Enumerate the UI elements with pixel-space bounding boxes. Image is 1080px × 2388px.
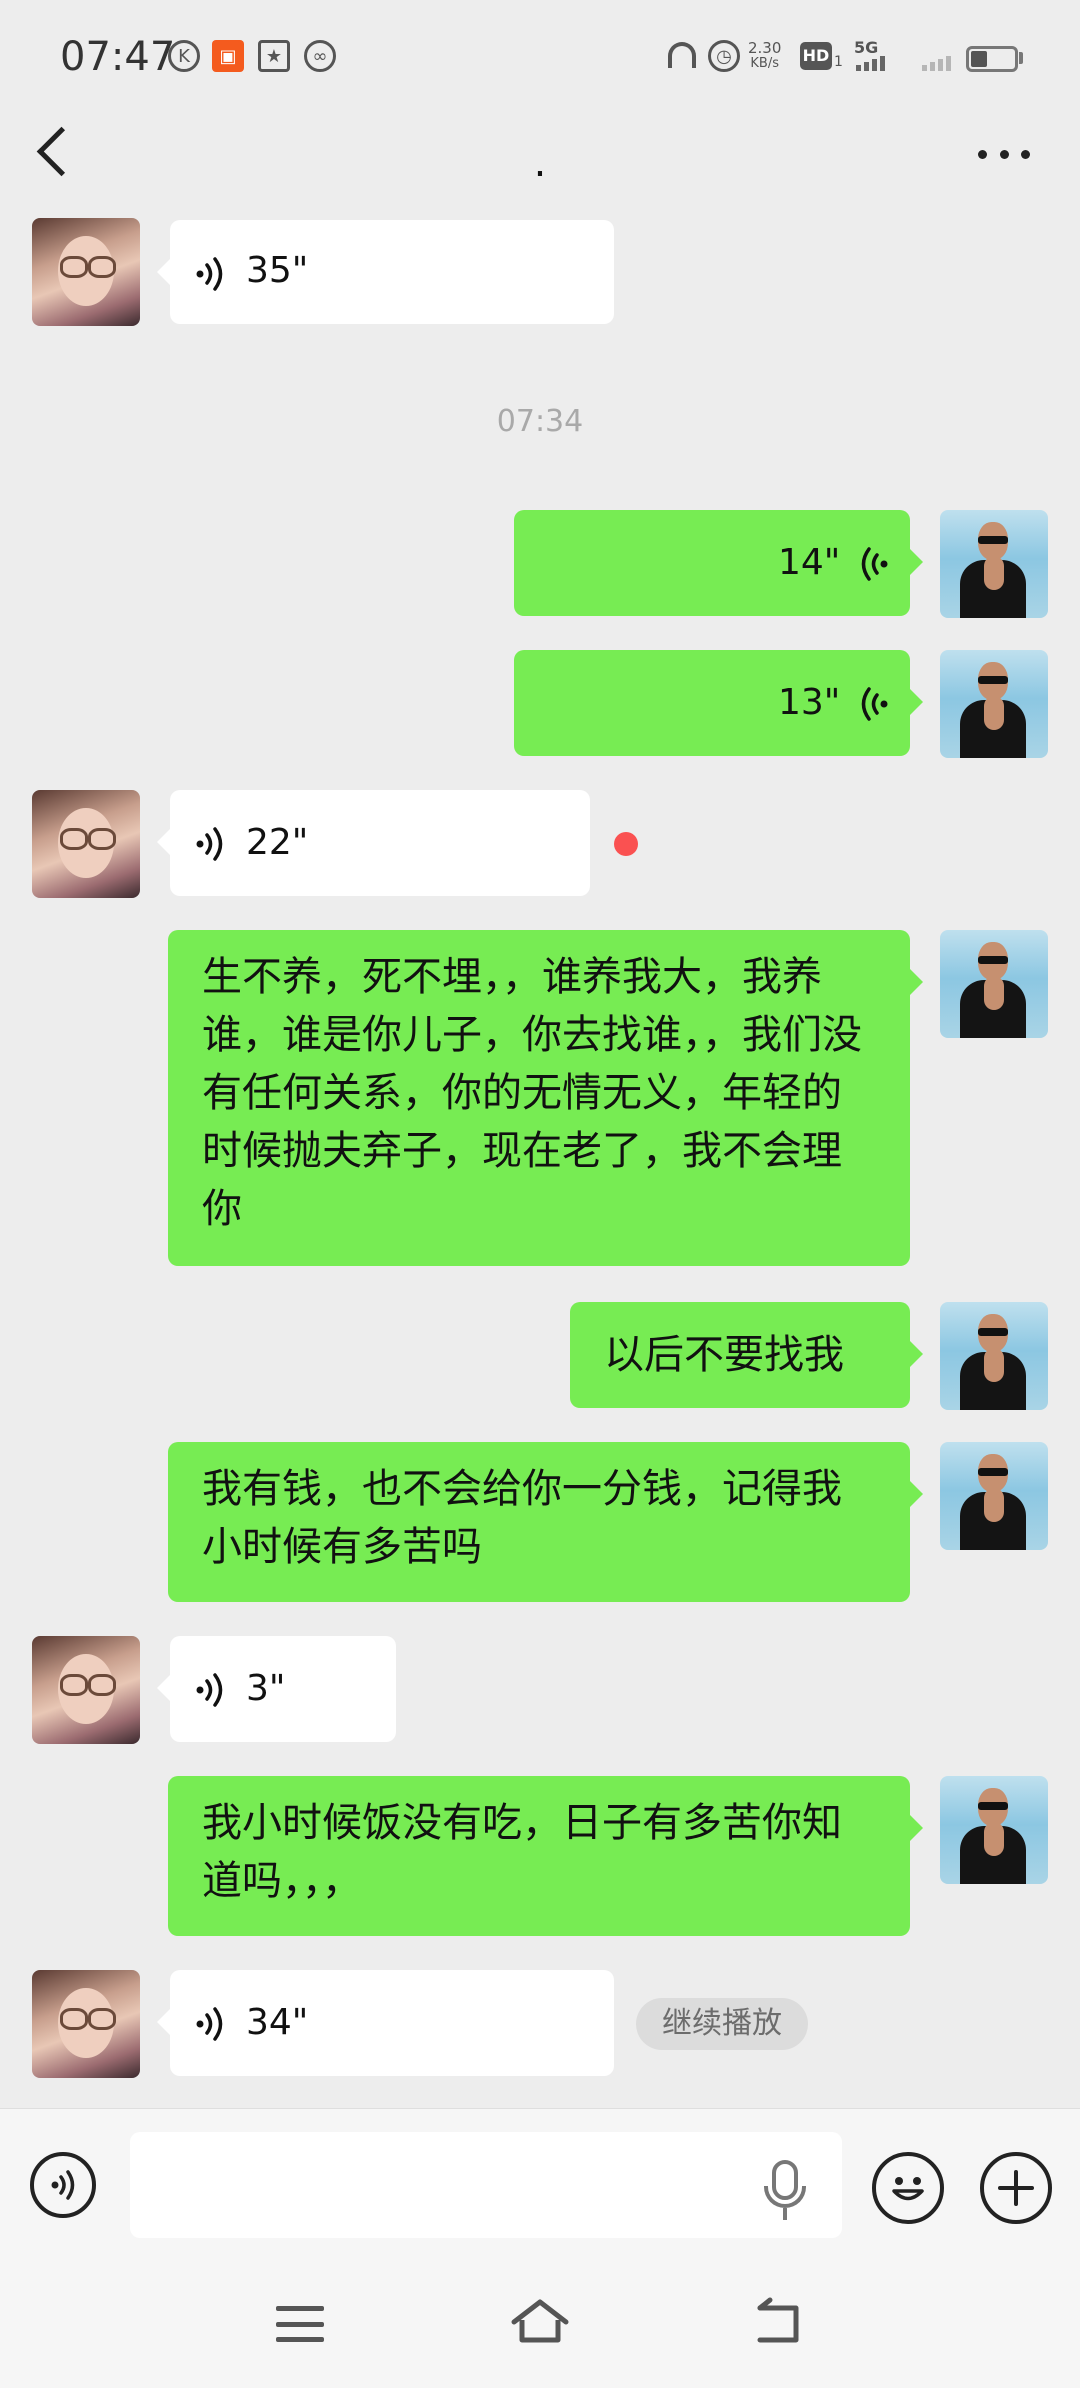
signal-icon-2 [922,56,951,71]
text-message-bubble[interactable]: 以后不要找我 [570,1302,923,1408]
my-avatar[interactable] [940,1776,1048,1884]
voice-wave-icon [196,1673,223,1707]
voice-duration: 22" [246,822,309,863]
network-type: 5G [854,38,879,57]
alarm-icon: ◷ [708,40,740,72]
continue-playing-button[interactable]: 继续播放 [636,1998,808,2050]
smiley-icon [892,2177,924,2201]
voice-mode-button[interactable] [30,2152,96,2218]
home-icon[interactable] [508,2296,572,2354]
text-message-bubble[interactable]: 我有钱，也不会给你一分钱，记得我小时候有多苦吗 [168,1442,923,1602]
my-avatar[interactable] [940,1302,1048,1410]
voice-wave-icon [861,687,888,721]
contact-avatar[interactable] [32,218,140,326]
battery-tip [1019,52,1023,64]
text-message-bubble[interactable]: 生不养，死不埋，，谁养我大，我养谁，谁是你儿子，你去找谁，，我们没有任何关系，你… [168,930,923,1266]
voice-wave-icon [196,827,223,861]
my-avatar[interactable] [940,1442,1048,1550]
back-nav-icon[interactable] [750,2296,810,2354]
recents-menu-icon[interactable] [276,2306,324,2342]
my-avatar[interactable] [940,650,1048,758]
link-icon: ∞ [304,40,336,72]
contact-avatar[interactable] [32,1636,140,1744]
my-avatar[interactable] [940,510,1048,618]
voice-duration: 13" [778,682,841,723]
message-text: 生不养，死不埋，，谁养我大，我养谁，谁是你儿子，你去找谁，，我们没有任何关系，你… [202,954,862,1232]
voice-message-bubble[interactable]: 3" [157,1636,396,1742]
voice-duration: 14" [778,542,841,583]
voice-duration: 34" [246,2002,309,2043]
battery-icon [966,46,1018,72]
voice-wave-icon [861,547,888,581]
message-text: 我有钱，也不会给你一分钱，记得我小时候有多苦吗 [202,1466,842,1570]
emoji-button[interactable] [872,2152,944,2224]
timestamp-divider: 07:34 [496,404,584,439]
chat-title: . [533,140,547,186]
hd-badge: HD [800,42,832,70]
signal-icon [856,56,885,71]
network-speed-value: 2.30 [748,39,782,57]
network-speed: 2.30 KB/s [748,40,781,72]
kuaishou-icon: ▣ [212,40,244,72]
message-text: 我小时候饭没有吃，日子有多苦你知道吗，，， [202,1800,842,1904]
voice-message-bubble[interactable]: 22" [157,790,590,896]
message-input[interactable] [130,2132,842,2238]
more-functions-button[interactable] [980,2152,1052,2224]
voice-message-bubble[interactable]: 35" [157,220,614,324]
message-text: 以后不要找我 [604,1332,844,1378]
star-message-icon: ★ [258,40,290,72]
k-icon: K [168,40,200,72]
more-options-button[interactable] [978,144,1030,164]
voice-duration: 35" [246,250,309,291]
unread-dot [614,832,638,856]
status-bar: 07:47 K ▣ ★ ∞ ◷ 2.30 KB/s HD 1 5G [0,0,1080,120]
voice-duration: 3" [246,1668,286,1709]
hd-sub: 1 [834,54,843,70]
voice-wave-icon [196,2007,223,2041]
my-avatar[interactable] [940,930,1048,1038]
voice-wave-icon [196,257,223,291]
voice-message-bubble[interactable]: 13" [514,650,923,756]
text-message-bubble[interactable]: 我小时候饭没有吃，日子有多苦你知道吗，，， [168,1776,923,1936]
voice-wave-icon [51,2170,75,2200]
mic-icon-stem [783,2208,787,2220]
network-speed-unit: KB/s [750,56,779,71]
contact-avatar[interactable] [32,1970,140,2078]
voice-message-bubble[interactable]: 34" [157,1970,614,2076]
status-time: 07:47 [60,34,176,80]
voice-message-bubble[interactable]: 14" [514,510,923,616]
headphones-icon [668,42,696,68]
plus-icon [998,2170,1034,2206]
contact-avatar[interactable] [32,790,140,898]
